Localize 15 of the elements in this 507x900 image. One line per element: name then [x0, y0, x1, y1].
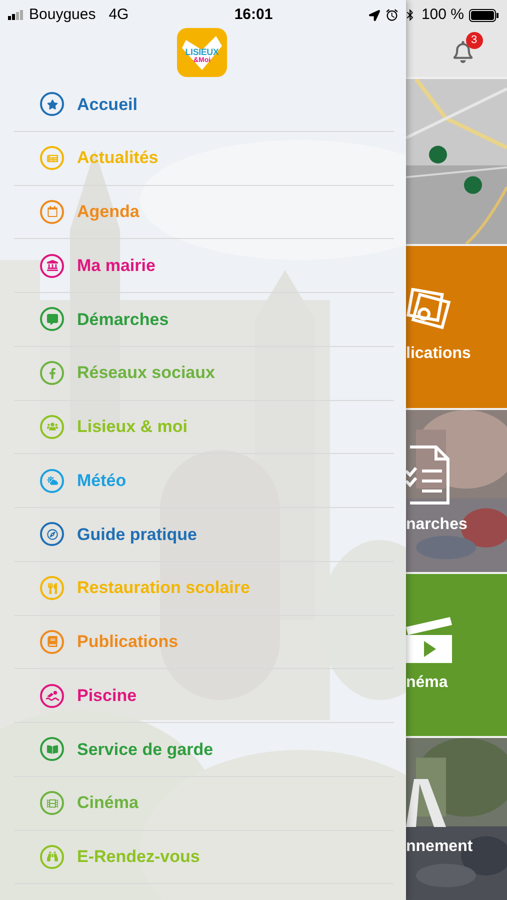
road-icon [406, 779, 446, 827]
clapperboard-icon [406, 614, 452, 663]
document-checklist-icon [406, 444, 452, 505]
tile[interactable]: nnement [406, 738, 507, 900]
tile-label: lications [406, 344, 471, 364]
tile-label: nnement [406, 837, 473, 857]
tile[interactable]: narches [406, 410, 507, 572]
tile-label: narches [406, 514, 468, 535]
notification-badge: 3 [466, 32, 482, 49]
tile-label: néma [406, 672, 448, 693]
battery-percent: 100 % [421, 4, 464, 25]
notification-bell-icon[interactable] [452, 40, 474, 63]
tile[interactable]: lications [406, 246, 507, 408]
tile[interactable]: néma [406, 574, 507, 736]
battery-icon [469, 8, 499, 22]
